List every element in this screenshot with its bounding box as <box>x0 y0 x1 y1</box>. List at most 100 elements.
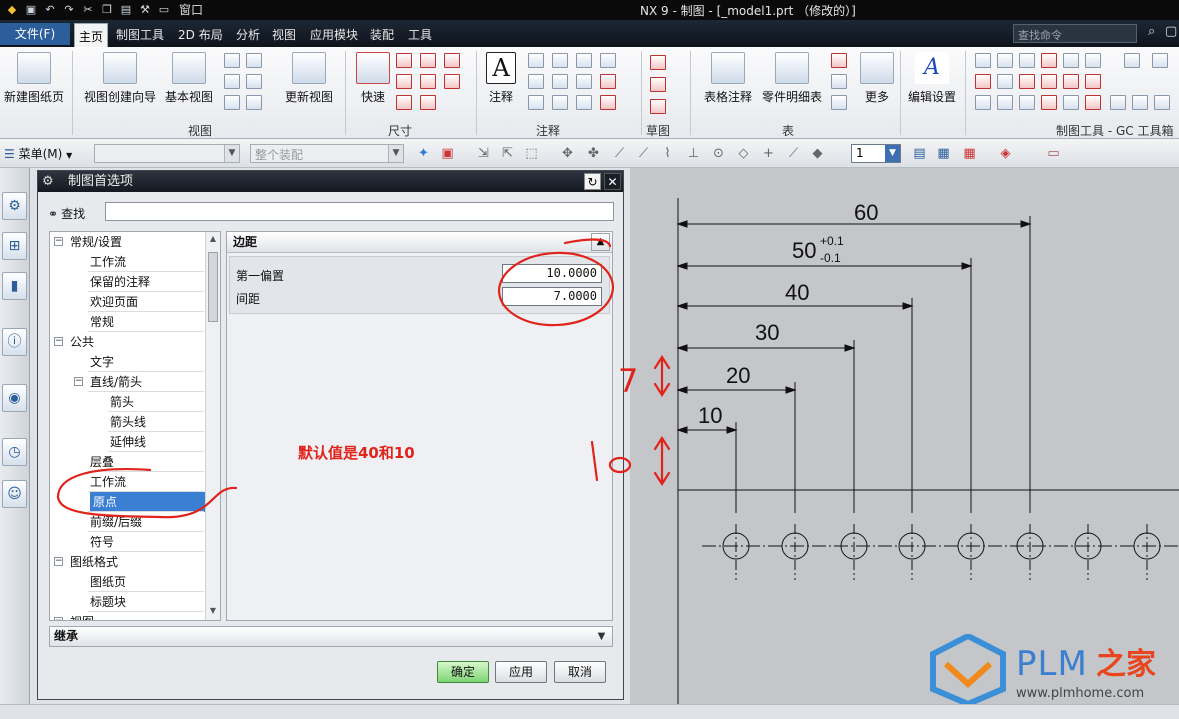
detail-view-icon[interactable] <box>224 74 240 89</box>
tree-item[interactable]: 保留的注释 <box>50 272 204 292</box>
feature-control-frame-icon[interactable] <box>528 53 544 68</box>
gc-tool-14-icon[interactable] <box>1085 74 1101 89</box>
image-icon[interactable] <box>552 95 568 110</box>
assembly-filter-combo[interactable]: 整个装配 ▼ <box>250 144 404 163</box>
curve-point-icon[interactable]: ⟋ <box>786 146 801 161</box>
mid-point-icon[interactable]: ⟋ <box>636 146 651 161</box>
collapse-icon[interactable]: ▲ <box>591 233 610 251</box>
dim-text-10[interactable]: 10 <box>698 403 722 428</box>
table-edit-icon[interactable] <box>831 95 847 110</box>
first-offset-input[interactable]: 10.0000 <box>502 264 602 283</box>
projected-view-icon[interactable] <box>224 53 240 68</box>
tree-item[interactable]: 符号 <box>50 532 204 552</box>
gc-tool-10-icon[interactable] <box>997 74 1013 89</box>
info-icon[interactable]: ⓘ <box>2 328 27 356</box>
edit-settings-button[interactable]: A 编辑设置 <box>908 52 956 105</box>
note-button[interactable]: A 注释 <box>486 52 516 105</box>
sketch-curve-icon[interactable] <box>650 55 666 70</box>
section-header[interactable]: 边距 ▲ <box>227 232 612 253</box>
arc-center-icon[interactable]: ⊙ <box>711 146 726 161</box>
ordinate-dimension-icon[interactable] <box>396 95 412 110</box>
gc-tool-12-icon[interactable] <box>1041 74 1057 89</box>
tree-item[interactable]: 标题块 <box>50 592 204 612</box>
rectangle-select-icon[interactable]: ⬚ <box>524 146 539 161</box>
rotate-icon[interactable]: ✤ <box>586 146 601 161</box>
gc-tool-17-icon[interactable] <box>1019 95 1035 110</box>
auto-balloon-icon[interactable] <box>831 53 847 68</box>
tree-item[interactable]: 层叠 <box>50 452 204 472</box>
gc-tool-13-icon[interactable] <box>1063 74 1079 89</box>
area-fill-icon[interactable] <box>600 95 616 110</box>
gc-tool-9-icon[interactable] <box>975 74 991 89</box>
face-point-icon[interactable]: ◆ <box>810 146 825 161</box>
dim-text-50[interactable]: 50 <box>792 238 816 263</box>
reuse-library-icon[interactable]: ▮ <box>2 272 27 300</box>
part-navigator-icon[interactable]: ⚙ <box>2 192 27 220</box>
gc-tool-19-icon[interactable] <box>1063 95 1079 110</box>
work-layer-combo[interactable]: 1 ▼ <box>851 144 901 163</box>
menu-button[interactable]: ☰ 菜单(M) ▼ <box>4 145 72 162</box>
quadrant-icon[interactable]: ◇ <box>736 146 751 161</box>
tree-item[interactable]: − 公共 <box>50 332 204 352</box>
tab-view[interactable]: 视图 <box>272 26 296 43</box>
gc-tool-23-icon[interactable] <box>1154 95 1170 110</box>
window-restore-icon[interactable]: ▢ <box>1165 24 1177 39</box>
hatch-icon[interactable] <box>600 74 616 89</box>
tab-home[interactable]: 主页 <box>74 23 109 47</box>
inherit-section[interactable]: 继承 ▼ <box>49 626 613 647</box>
tree-item[interactable]: 箭头 <box>50 392 204 412</box>
tree-collapse-icon[interactable]: − <box>54 617 63 620</box>
expand-icon[interactable]: ▼ <box>593 628 610 645</box>
tree-collapse-icon[interactable]: − <box>54 237 63 246</box>
tab-tools[interactable]: 工具 <box>408 26 432 43</box>
tree-collapse-icon[interactable]: − <box>54 557 63 566</box>
surface-finish-icon[interactable] <box>528 74 544 89</box>
find-input[interactable] <box>105 202 614 221</box>
tree-item[interactable]: 欢迎页面 <box>50 292 204 312</box>
select-edge-icon[interactable]: ⇱ <box>500 146 515 161</box>
copy-icon[interactable]: ❐ <box>99 3 115 17</box>
tree-item[interactable]: 图纸页 <box>50 572 204 592</box>
gc-tool-16-icon[interactable] <box>997 95 1013 110</box>
tab-2d-layout[interactable]: 2D 布局 <box>178 26 223 43</box>
display-mode-icon[interactable]: ▦ <box>962 146 977 161</box>
gc-tool-4-icon[interactable] <box>1041 53 1057 68</box>
layer-settings-icon[interactable]: ▤ <box>912 146 927 161</box>
dim-text-30[interactable]: 30 <box>755 320 779 345</box>
linear-dimension-icon[interactable] <box>396 53 412 68</box>
check-mark-icon[interactable] <box>576 95 592 110</box>
tree-item[interactable]: − 直线/箭头 <box>50 372 204 392</box>
roles-icon[interactable]: ☺ <box>2 480 27 508</box>
update-view-button[interactable]: 更新视图 <box>285 52 333 105</box>
gc-tool-5-icon[interactable] <box>1063 53 1079 68</box>
history-icon[interactable]: ◷ <box>2 438 27 466</box>
dim-text-20[interactable]: 20 <box>726 363 750 388</box>
base-view-button[interactable]: 基本视图 <box>165 52 213 105</box>
tab-assembly[interactable]: 装配 <box>370 26 394 43</box>
view-boundary-icon[interactable] <box>246 95 262 110</box>
angular-dimension-icon[interactable] <box>444 53 460 68</box>
gc-tool-3-icon[interactable] <box>1019 53 1035 68</box>
window-menu[interactable]: 窗口 <box>175 3 207 17</box>
gc-tool-8-icon[interactable] <box>1152 53 1168 68</box>
gc-tool-21-icon[interactable] <box>1110 95 1126 110</box>
scroll-thumb[interactable] <box>208 252 218 322</box>
tree-item[interactable]: 原点 <box>50 492 206 512</box>
assembly-navigator-icon[interactable]: ⊞ <box>2 232 27 260</box>
dim-text-60[interactable]: 60 <box>854 200 878 225</box>
tabular-note-button[interactable]: 表格注释 <box>704 52 752 105</box>
ok-button[interactable]: 确定 <box>437 661 489 683</box>
tree-item[interactable]: 前缀/后缀 <box>50 512 204 532</box>
measure-icon[interactable]: ▭ <box>1046 146 1061 161</box>
undo-icon[interactable]: ↶ <box>42 3 58 17</box>
move-to-layer-icon[interactable]: ▦ <box>936 146 951 161</box>
radial-dimension-icon[interactable] <box>420 53 436 68</box>
thickness-dimension-icon[interactable] <box>420 74 436 89</box>
spacing-input[interactable]: 7.0000 <box>502 287 602 306</box>
chamfer-dimension-icon[interactable] <box>396 74 412 89</box>
gc-tool-11-icon[interactable] <box>1019 74 1035 89</box>
sketch-rectangle-icon[interactable] <box>650 77 666 92</box>
more-button[interactable]: 更多 <box>860 52 894 105</box>
tree-item[interactable]: 工作流 <box>50 252 204 272</box>
end-point-icon[interactable]: ⟋ <box>612 146 627 161</box>
